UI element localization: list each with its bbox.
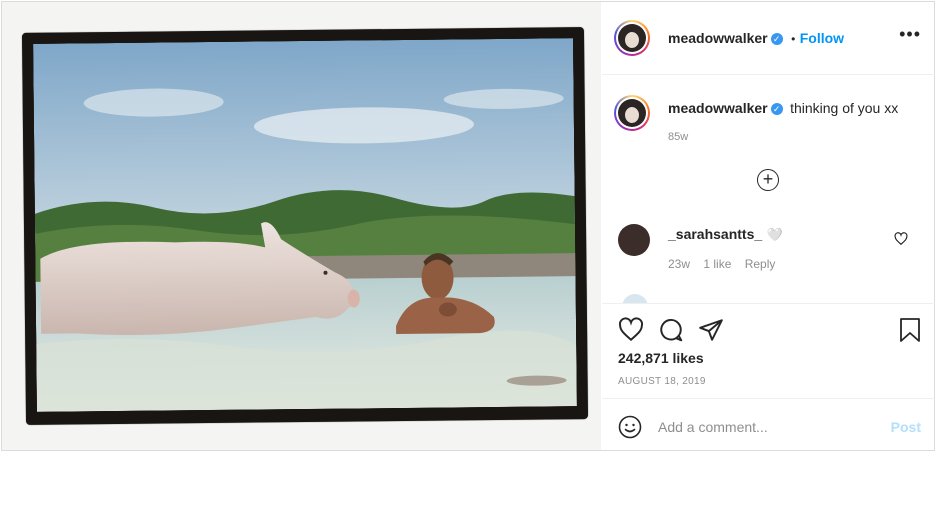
like-heart-icon[interactable]: [618, 317, 644, 343]
author-username[interactable]: meadowwalker: [668, 30, 768, 46]
post-photo: [33, 38, 577, 412]
share-plane-icon[interactable]: [698, 317, 724, 343]
emoji-smiley-icon[interactable]: [618, 415, 642, 439]
caption-row: meadowwalker ✓ thinking of you xx: [668, 100, 898, 118]
post-actions: 242,871 likes AUGUST 18, 2019: [602, 303, 935, 400]
commenter-avatar[interactable]: [618, 224, 650, 256]
caption-text: thinking of you xx: [790, 100, 899, 116]
bookmark-icon[interactable]: [898, 317, 922, 343]
comment-composer: Add a comment... Post: [602, 398, 935, 451]
film-photo-border: [21, 27, 589, 425]
comment-bubble-icon[interactable]: [658, 317, 684, 343]
post-media[interactable]: [2, 2, 601, 450]
likes-count[interactable]: 242,871 likes: [618, 350, 704, 366]
header-user-row: meadowwalker ✓ • Follow: [668, 30, 844, 48]
separator-dot: •: [791, 32, 796, 46]
comment-likes[interactable]: 1 like: [703, 257, 731, 271]
post-header: meadowwalker ✓ • Follow •••: [602, 2, 935, 75]
follow-button[interactable]: Follow: [800, 30, 844, 46]
author-avatar[interactable]: [614, 20, 650, 56]
comment-row: _sarahsantts_ 🤍: [668, 226, 783, 244]
caption-age: 85w: [668, 131, 689, 143]
caption-username[interactable]: meadowwalker: [668, 100, 768, 116]
verified-badge-icon: ✓: [770, 102, 783, 115]
post-date: AUGUST 18, 2019: [618, 376, 706, 387]
comment-age: 23w: [668, 257, 691, 271]
load-more-comments-icon[interactable]: +: [757, 169, 779, 191]
comment-like-heart-icon[interactable]: [894, 232, 908, 246]
comment-reply-button[interactable]: Reply: [745, 257, 776, 271]
next-commenter-avatar: [622, 294, 648, 303]
post-sidebar: meadowwalker ✓ • Follow ••• meadowwalker ✓…: [602, 2, 935, 450]
instagram-post: meadowwalker ✓ • Follow ••• meadowwalker ✓…: [1, 1, 935, 451]
comments-area: meadowwalker ✓ thinking of you xx 85w + _…: [602, 75, 935, 303]
verified-badge-icon: ✓: [770, 32, 783, 45]
comment-meta: 23w 1 like Reply: [668, 257, 775, 271]
post-comment-button[interactable]: Post: [891, 419, 921, 435]
commenter-username[interactable]: _sarahsantts_: [668, 226, 762, 242]
comment-text: 🤍: [766, 227, 783, 242]
add-comment-input[interactable]: Add a comment...: [658, 419, 768, 435]
caption-avatar[interactable]: [614, 95, 650, 131]
more-options-icon[interactable]: •••: [899, 24, 921, 45]
